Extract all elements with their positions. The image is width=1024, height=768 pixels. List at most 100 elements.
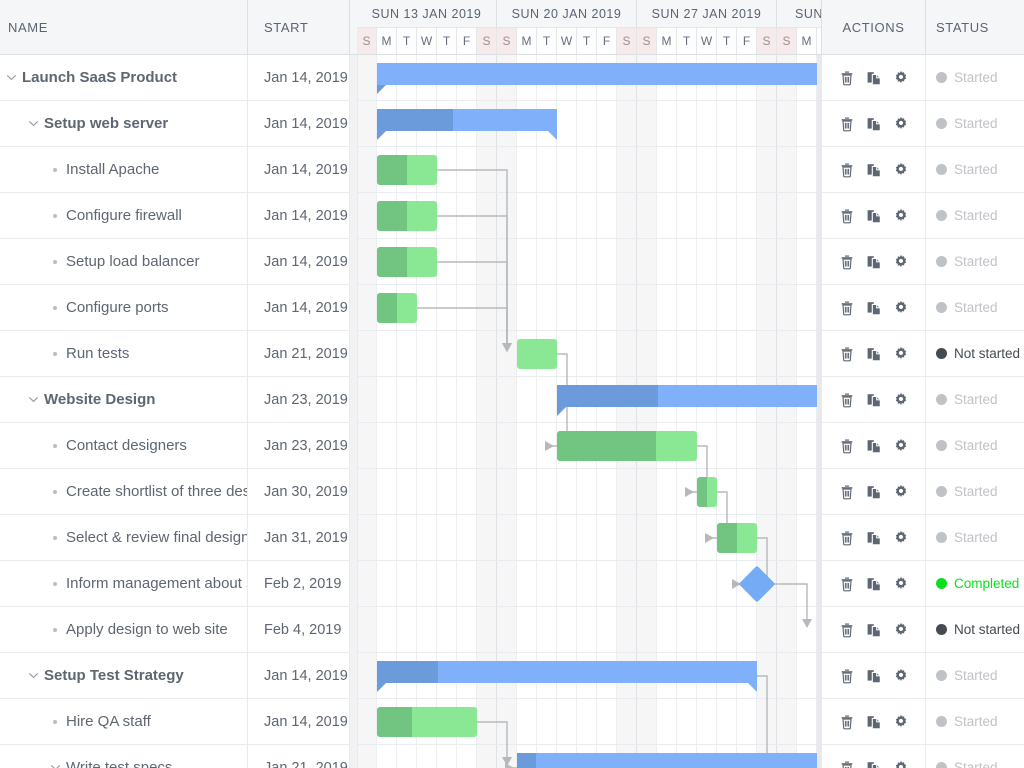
cell-name[interactable]: Apply design to web site	[0, 607, 248, 652]
trash-icon[interactable]	[839, 484, 855, 500]
cell-name[interactable]: Website Design	[0, 377, 248, 422]
summary-bar[interactable]	[517, 753, 821, 768]
cell-status[interactable]: Started	[925, 469, 1024, 514]
duplicate-icon[interactable]	[866, 116, 882, 132]
column-header-start[interactable]: START	[248, 0, 350, 54]
cell-start-date[interactable]: Jan 23, 2019	[248, 423, 350, 468]
column-header-name[interactable]: NAME	[0, 0, 248, 54]
cell-start-date[interactable]: Jan 30, 2019	[248, 469, 350, 514]
cell-status[interactable]: Started	[925, 285, 1024, 330]
cell-start-date[interactable]: Jan 21, 2019	[248, 331, 350, 376]
duplicate-icon[interactable]	[866, 668, 882, 684]
duplicate-icon[interactable]	[866, 346, 882, 362]
chevron-down-icon[interactable]	[44, 745, 66, 768]
cell-start-date[interactable]: Jan 14, 2019	[248, 653, 350, 698]
cell-status[interactable]: Started	[925, 239, 1024, 284]
duplicate-icon[interactable]	[866, 622, 882, 638]
cell-status[interactable]: Not started	[925, 607, 1024, 652]
trash-icon[interactable]	[839, 254, 855, 270]
duplicate-icon[interactable]	[866, 530, 882, 546]
trash-icon[interactable]	[839, 530, 855, 546]
duplicate-icon[interactable]	[866, 714, 882, 730]
chevron-down-icon[interactable]	[22, 101, 44, 146]
gear-icon[interactable]	[893, 254, 909, 270]
timeline-scrollbar-thumb[interactable]	[817, 55, 822, 385]
duplicate-icon[interactable]	[866, 760, 882, 768]
cell-start-date[interactable]: Jan 14, 2019	[248, 699, 350, 744]
gear-icon[interactable]	[893, 346, 909, 362]
trash-icon[interactable]	[839, 162, 855, 178]
task-bar[interactable]	[557, 431, 697, 461]
duplicate-icon[interactable]	[866, 208, 882, 224]
trash-icon[interactable]	[839, 668, 855, 684]
gear-icon[interactable]	[893, 622, 909, 638]
gear-icon[interactable]	[893, 714, 909, 730]
gear-icon[interactable]	[893, 116, 909, 132]
gear-icon[interactable]	[893, 530, 909, 546]
summary-bar[interactable]	[557, 385, 817, 416]
duplicate-icon[interactable]	[866, 300, 882, 316]
gear-icon[interactable]	[893, 392, 909, 408]
trash-icon[interactable]	[839, 576, 855, 592]
summary-bar[interactable]	[377, 63, 821, 94]
cell-status[interactable]: Started	[925, 515, 1024, 560]
chevron-down-icon[interactable]	[22, 377, 44, 422]
cell-name[interactable]: Inform management about selection	[0, 561, 248, 606]
timeline-chart[interactable]	[350, 55, 821, 768]
cell-start-date[interactable]: Jan 31, 2019	[248, 515, 350, 560]
cell-status[interactable]: Completed	[925, 561, 1024, 606]
cell-name[interactable]: Launch SaaS Product	[0, 55, 248, 100]
cell-status[interactable]: Started	[925, 699, 1024, 744]
trash-icon[interactable]	[839, 714, 855, 730]
cell-status[interactable]: Started	[925, 193, 1024, 238]
gear-icon[interactable]	[893, 300, 909, 316]
column-header-status[interactable]: STATUS	[925, 0, 1024, 54]
cell-status[interactable]: Started	[925, 55, 1024, 100]
trash-icon[interactable]	[839, 346, 855, 362]
trash-icon[interactable]	[839, 622, 855, 638]
cell-start-date[interactable]: Jan 14, 2019	[248, 147, 350, 192]
cell-start-date[interactable]: Jan 21, 2019	[248, 745, 350, 768]
duplicate-icon[interactable]	[866, 162, 882, 178]
cell-name[interactable]: Select & review final design	[0, 515, 248, 560]
cell-name[interactable]: Configure ports	[0, 285, 248, 330]
gear-icon[interactable]	[893, 760, 909, 768]
task-bar[interactable]	[517, 339, 557, 369]
cell-status[interactable]: Started	[925, 147, 1024, 192]
summary-bar[interactable]	[377, 661, 757, 692]
cell-status[interactable]: Started	[925, 423, 1024, 468]
gear-icon[interactable]	[893, 208, 909, 224]
cell-start-date[interactable]: Jan 23, 2019	[248, 377, 350, 422]
cell-name[interactable]: Hire QA staff	[0, 699, 248, 744]
cell-name[interactable]: Setup load balancer	[0, 239, 248, 284]
cell-start-date[interactable]: Jan 14, 2019	[248, 239, 350, 284]
gear-icon[interactable]	[893, 162, 909, 178]
trash-icon[interactable]	[839, 760, 855, 768]
cell-name[interactable]: Configure firewall	[0, 193, 248, 238]
cell-name[interactable]: Install Apache	[0, 147, 248, 192]
chevron-down-icon[interactable]	[22, 653, 44, 698]
cell-start-date[interactable]: Jan 14, 2019	[248, 101, 350, 146]
task-bar[interactable]	[377, 155, 437, 185]
gear-icon[interactable]	[893, 576, 909, 592]
cell-name[interactable]: Contact designers	[0, 423, 248, 468]
cell-status[interactable]: Not started	[925, 331, 1024, 376]
cell-name[interactable]: Create shortlist of three designers	[0, 469, 248, 514]
trash-icon[interactable]	[839, 392, 855, 408]
gear-icon[interactable]	[893, 70, 909, 86]
cell-status[interactable]: Started	[925, 377, 1024, 422]
cell-name[interactable]: Setup web server	[0, 101, 248, 146]
cell-start-date[interactable]: Jan 14, 2019	[248, 285, 350, 330]
gear-icon[interactable]	[893, 484, 909, 500]
gear-icon[interactable]	[893, 438, 909, 454]
task-bar[interactable]	[717, 523, 757, 553]
cell-name[interactable]: Run tests	[0, 331, 248, 376]
task-bar[interactable]	[377, 201, 437, 231]
trash-icon[interactable]	[839, 70, 855, 86]
cell-name[interactable]: Setup Test Strategy	[0, 653, 248, 698]
cell-status[interactable]: Started	[925, 101, 1024, 146]
task-bar[interactable]	[377, 247, 437, 277]
trash-icon[interactable]	[839, 208, 855, 224]
duplicate-icon[interactable]	[866, 70, 882, 86]
duplicate-icon[interactable]	[866, 438, 882, 454]
